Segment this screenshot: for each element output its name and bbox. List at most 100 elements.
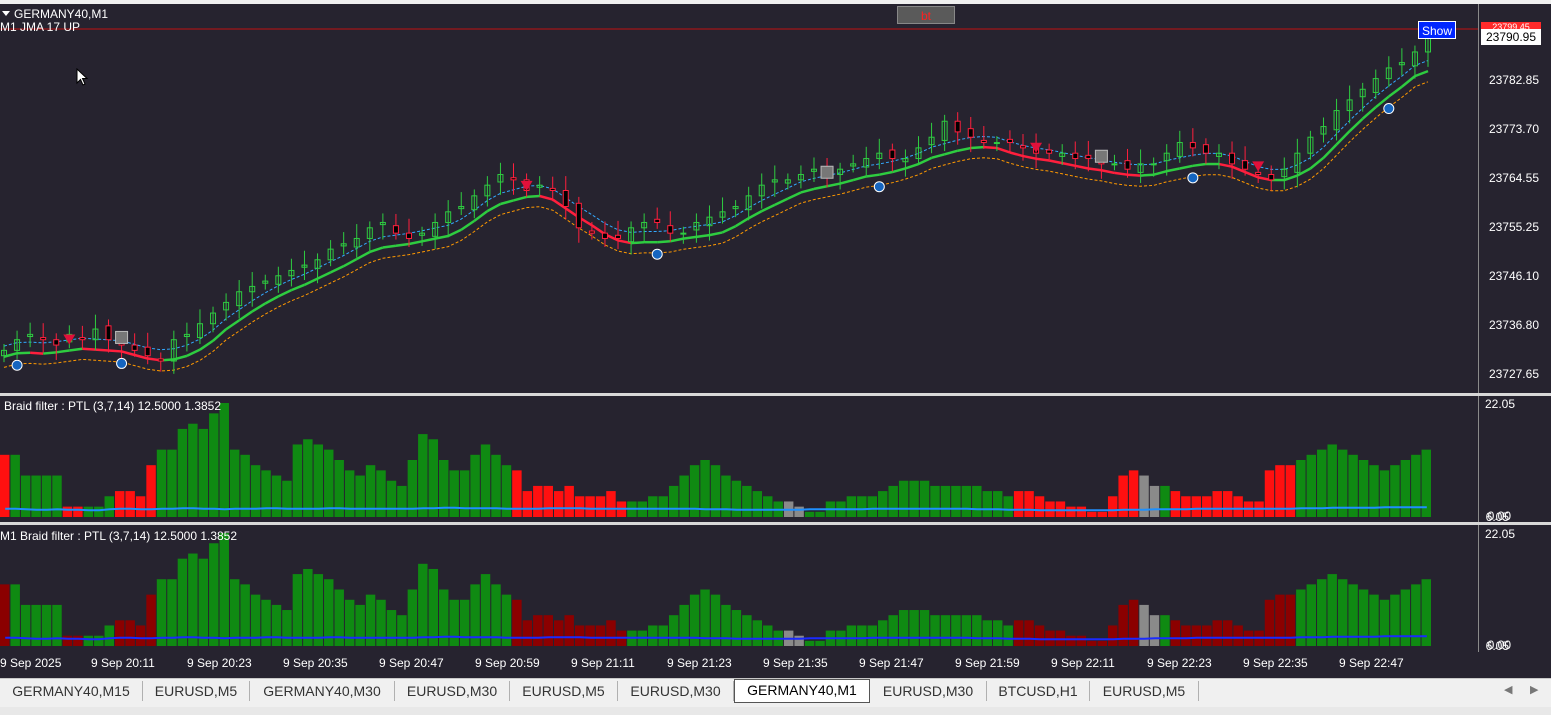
hist2-bar	[10, 584, 19, 646]
jma-line-segment	[187, 350, 200, 356]
jma-line-segment	[892, 168, 905, 172]
jma-line-segment	[1350, 119, 1363, 131]
candle-body	[968, 129, 973, 138]
hist1-bar	[606, 491, 615, 517]
jma-line-segment	[709, 232, 722, 235]
tab-eurusd-m30[interactable]: EURUSD,M30	[870, 681, 987, 701]
hist2-bar	[188, 554, 197, 646]
time-label: 9 Sep 20:47	[379, 656, 444, 670]
jma-line-segment	[1141, 175, 1154, 176]
jma-line-segment	[396, 244, 409, 246]
jma-line-segment	[226, 320, 239, 329]
hist2-bar	[1233, 625, 1242, 646]
hist1-bar	[376, 470, 385, 517]
hist2-bar	[596, 625, 605, 646]
hist1-bar	[261, 470, 270, 517]
tab-germany40-m15[interactable]: GERMANY40,M15	[0, 681, 143, 701]
hist2-bar	[272, 605, 281, 646]
hist2-bar	[659, 625, 668, 646]
hist1-bar	[585, 496, 594, 517]
hist1-bar	[52, 476, 61, 517]
show-button[interactable]: Show	[1418, 21, 1456, 39]
hist1-bar	[1369, 465, 1378, 517]
hist2-bar	[1077, 636, 1086, 646]
jma-line-segment	[801, 189, 814, 193]
tab-btcusd-h1[interactable]: BTCUSD,H1	[987, 681, 1090, 701]
jma-line-segment	[109, 351, 122, 352]
time-label: 9 Sep 22:11	[1051, 656, 1115, 670]
tab-scroll-right-icon[interactable]: ▶	[1530, 683, 1538, 696]
hist2-bar	[1223, 620, 1232, 646]
hist2-bar	[920, 610, 929, 646]
hist1-bar	[951, 486, 960, 517]
jma-line-segment	[1049, 160, 1062, 163]
hist1-bar	[178, 429, 187, 517]
hist2-bar	[1098, 641, 1107, 646]
time-label: 9 Sep 21:11	[571, 656, 635, 670]
hist2-bar	[115, 620, 124, 646]
candle-body	[1047, 150, 1052, 153]
buy-signal-icon	[1188, 173, 1198, 183]
hist2-bar	[533, 615, 542, 646]
hist1-bar	[920, 481, 929, 517]
hist1-bar	[544, 486, 553, 517]
candle-body	[132, 345, 137, 350]
hist1-bar	[1223, 491, 1232, 517]
jma-line-segment	[1075, 166, 1088, 169]
jma-line-segment	[749, 211, 762, 218]
price-label: 23773.70	[1489, 122, 1539, 136]
tab-eurusd-m30[interactable]: EURUSD,M30	[395, 681, 510, 701]
hist1-bar	[282, 481, 291, 517]
tab-eurusd-m5[interactable]: EURUSD,M5	[143, 681, 250, 701]
hist2-bar	[523, 620, 532, 646]
hist1-bar	[721, 476, 730, 517]
jma-line-segment	[422, 239, 435, 242]
tab-germany40-m1[interactable]: GERMANY40,M1	[734, 679, 870, 703]
hist1-bar	[240, 455, 249, 517]
tab-germany40-m30[interactable]: GERMANY40,M30	[250, 681, 395, 701]
hist2-bar	[303, 569, 312, 646]
jma-line-segment	[291, 285, 304, 290]
hist1-bar	[659, 496, 668, 517]
hist2-bar	[847, 625, 856, 646]
current-price-label: 23790.95	[1481, 29, 1541, 45]
jma-line-segment	[4, 353, 17, 357]
jma-line-segment	[1062, 163, 1075, 166]
hist2-bar	[157, 579, 166, 646]
hist2-bar	[1171, 620, 1180, 646]
hist1-bar	[481, 444, 490, 517]
jma-line-segment	[775, 199, 788, 205]
hist1-bar	[460, 470, 469, 517]
hist1-bar	[753, 491, 762, 517]
candle-body	[1112, 164, 1117, 165]
hist2-bar	[1160, 615, 1169, 646]
jma-line-segment	[514, 197, 527, 201]
hist2-bar	[679, 605, 688, 646]
candle-body	[1021, 146, 1026, 148]
hist1-bar	[230, 450, 239, 517]
jma-line-segment	[213, 329, 226, 341]
jma-line-segment	[827, 184, 840, 187]
jma-line-segment	[997, 148, 1010, 152]
hist2-bar	[167, 579, 176, 646]
candle-body	[106, 326, 111, 340]
hist2-bar	[1066, 636, 1075, 646]
collapse-triangle-icon[interactable]	[2, 11, 10, 16]
jma-line-segment	[1310, 158, 1323, 169]
tab-eurusd-m30[interactable]: EURUSD,M30	[618, 681, 734, 701]
jma-line-segment	[631, 242, 644, 243]
hist2-bar	[962, 615, 971, 646]
hist2-bar	[355, 605, 364, 646]
hist2-bar	[1045, 631, 1054, 646]
bt-button[interactable]: bt	[897, 6, 955, 24]
tab-scroll-left-icon[interactable]: ◀	[1504, 683, 1512, 696]
tab-eurusd-m5[interactable]: EURUSD,M5	[1090, 681, 1199, 701]
tab-eurusd-m5[interactable]: EURUSD,M5	[510, 681, 618, 701]
hist1-bar	[1212, 491, 1221, 517]
price-label: 23764.55	[1489, 171, 1539, 185]
price-label: 23782.85	[1489, 73, 1539, 87]
jma-line-segment	[1154, 171, 1167, 175]
hist2-bar	[230, 579, 239, 646]
jma-line-segment	[383, 246, 396, 248]
hist1-bar	[387, 481, 396, 517]
